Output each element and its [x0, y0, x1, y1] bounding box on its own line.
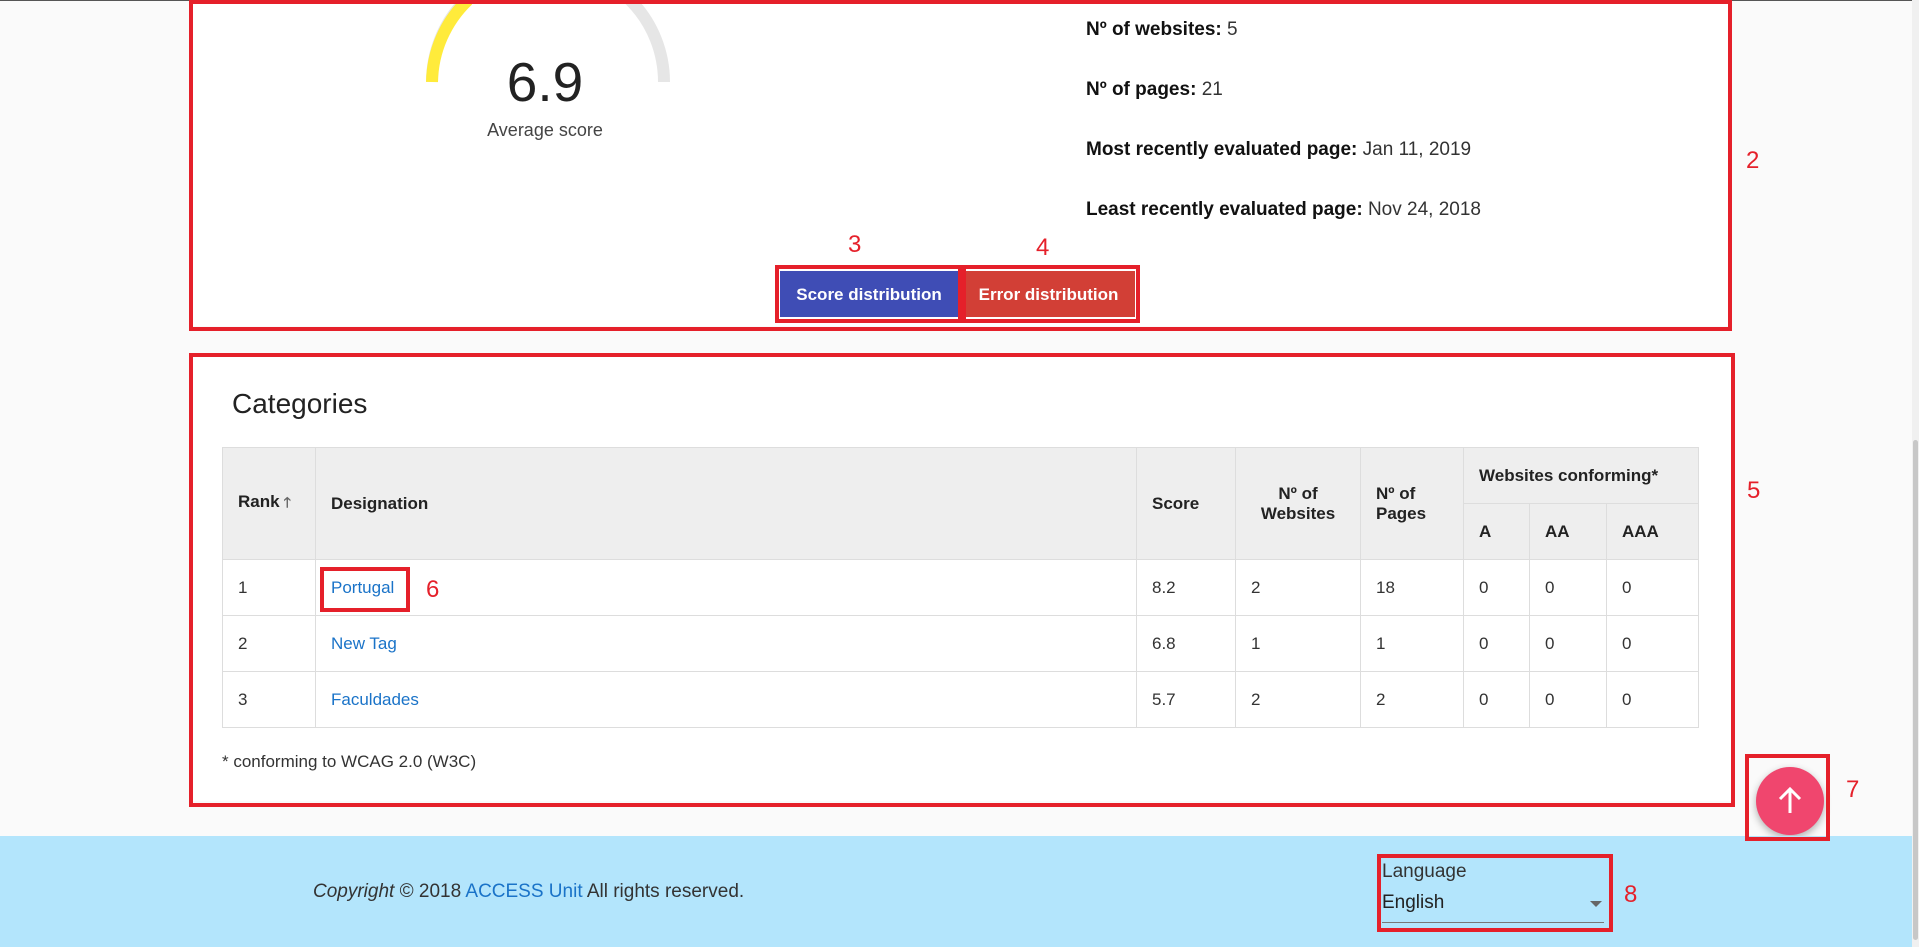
annotation-label-4: 4 [1036, 234, 1050, 261]
annotation-box-6 [320, 567, 410, 612]
annotation-box-4 [958, 265, 1140, 323]
annotation-label-5: 5 [1747, 477, 1761, 504]
annotation-box-8 [1377, 854, 1613, 932]
annotation-label-7: 7 [1846, 776, 1860, 803]
rights-text: All rights reserved. [586, 881, 745, 902]
annotation-label-3: 3 [848, 231, 862, 258]
copyright-prefix: Copyright [313, 881, 395, 902]
scrollbar-thumb[interactable] [1913, 440, 1918, 940]
annotation-box-3 [775, 265, 966, 323]
copyright: Copyright © 2018 ACCESS Unit All rights … [313, 881, 744, 903]
annotation-box-7 [1745, 754, 1830, 841]
annotation-label-2: 2 [1746, 147, 1760, 174]
copyright-year: © 2018 [399, 881, 462, 902]
annotation-box-5 [189, 353, 1735, 807]
access-unit-link[interactable]: ACCESS Unit [465, 881, 582, 902]
annotation-label-8: 8 [1624, 881, 1638, 908]
annotation-label-6: 6 [426, 576, 440, 603]
